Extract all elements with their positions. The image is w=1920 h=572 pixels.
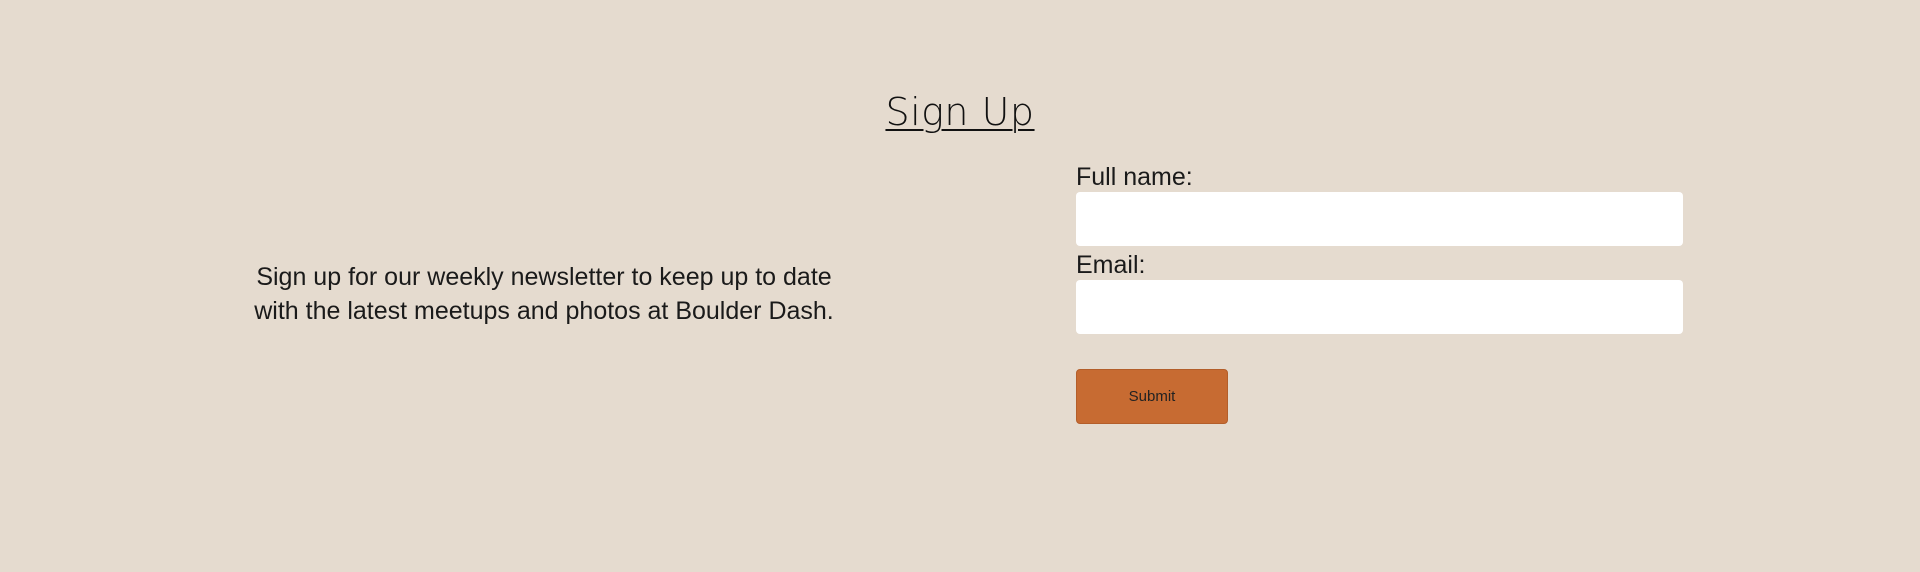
signup-form: Full name: Email: Submit	[1076, 162, 1683, 424]
email-label: Email:	[1076, 251, 1146, 279]
intro-line-2: with the latest meetups and photos at Bo…	[254, 297, 834, 325]
email-input[interactable]	[1076, 280, 1683, 334]
intro-line-1: Sign up for our weekly newsletter to kee…	[256, 263, 832, 291]
page-title: Sign Up	[885, 90, 1035, 134]
submit-button[interactable]: Submit	[1076, 369, 1228, 424]
newsletter-description: Sign up for our weekly newsletter to kee…	[244, 260, 844, 328]
full-name-input[interactable]	[1076, 192, 1683, 246]
full-name-label: Full name:	[1076, 163, 1193, 191]
